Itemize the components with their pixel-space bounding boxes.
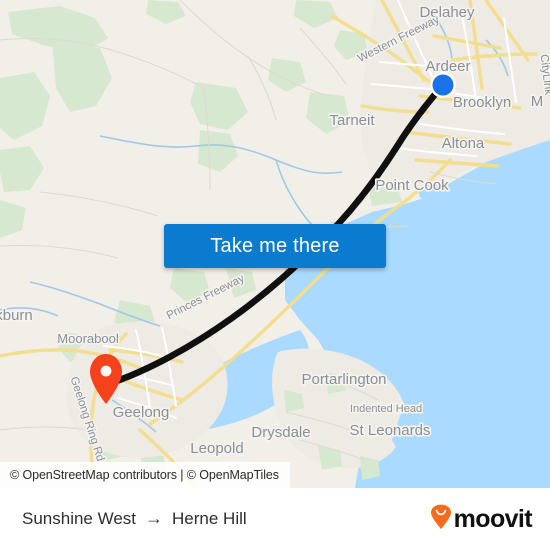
map-place-label: Drysdale	[251, 424, 310, 441]
map-place-label: St Leonards	[350, 422, 431, 439]
map-place-label: Indented Head	[350, 403, 422, 415]
route-origin-label: Sunshine West	[22, 509, 137, 528]
map-place-label: Brooklyn	[453, 94, 511, 111]
map-place-label: Leopold	[190, 440, 243, 457]
map-place-label: Geelong	[113, 404, 170, 421]
route-summary: Sunshine West → Herne Hill	[22, 509, 247, 529]
footer-bar: Sunshine West → Herne Hill moovit	[0, 488, 550, 550]
route-destination-label: Herne Hill	[172, 509, 247, 528]
map-attribution: © OpenStreetMap contributors | © OpenMap…	[0, 462, 290, 488]
moovit-route-card: Delahey Ardeer Brooklyn Altona Tarneit P…	[0, 0, 550, 550]
take-me-there-button[interactable]: Take me there	[164, 224, 386, 268]
moovit-logo[interactable]: moovit	[430, 504, 533, 535]
map-place-label: Point Cook	[375, 177, 449, 194]
arrow-right-icon: →	[145, 508, 164, 528]
map-place-label: Ardeer	[425, 58, 470, 75]
origin-marker-group	[430, 72, 456, 98]
map-place-label: kburn	[0, 307, 33, 324]
moovit-pin-icon	[430, 504, 452, 535]
map-place-label: Altona	[442, 135, 485, 152]
map-place-label: Tarneit	[329, 112, 375, 129]
map-road-label: M	[531, 93, 544, 110]
map-place-label: Portarlington	[301, 371, 386, 388]
moovit-wordmark: moovit	[453, 504, 533, 533]
map-place-label: Moorabool	[57, 331, 119, 346]
